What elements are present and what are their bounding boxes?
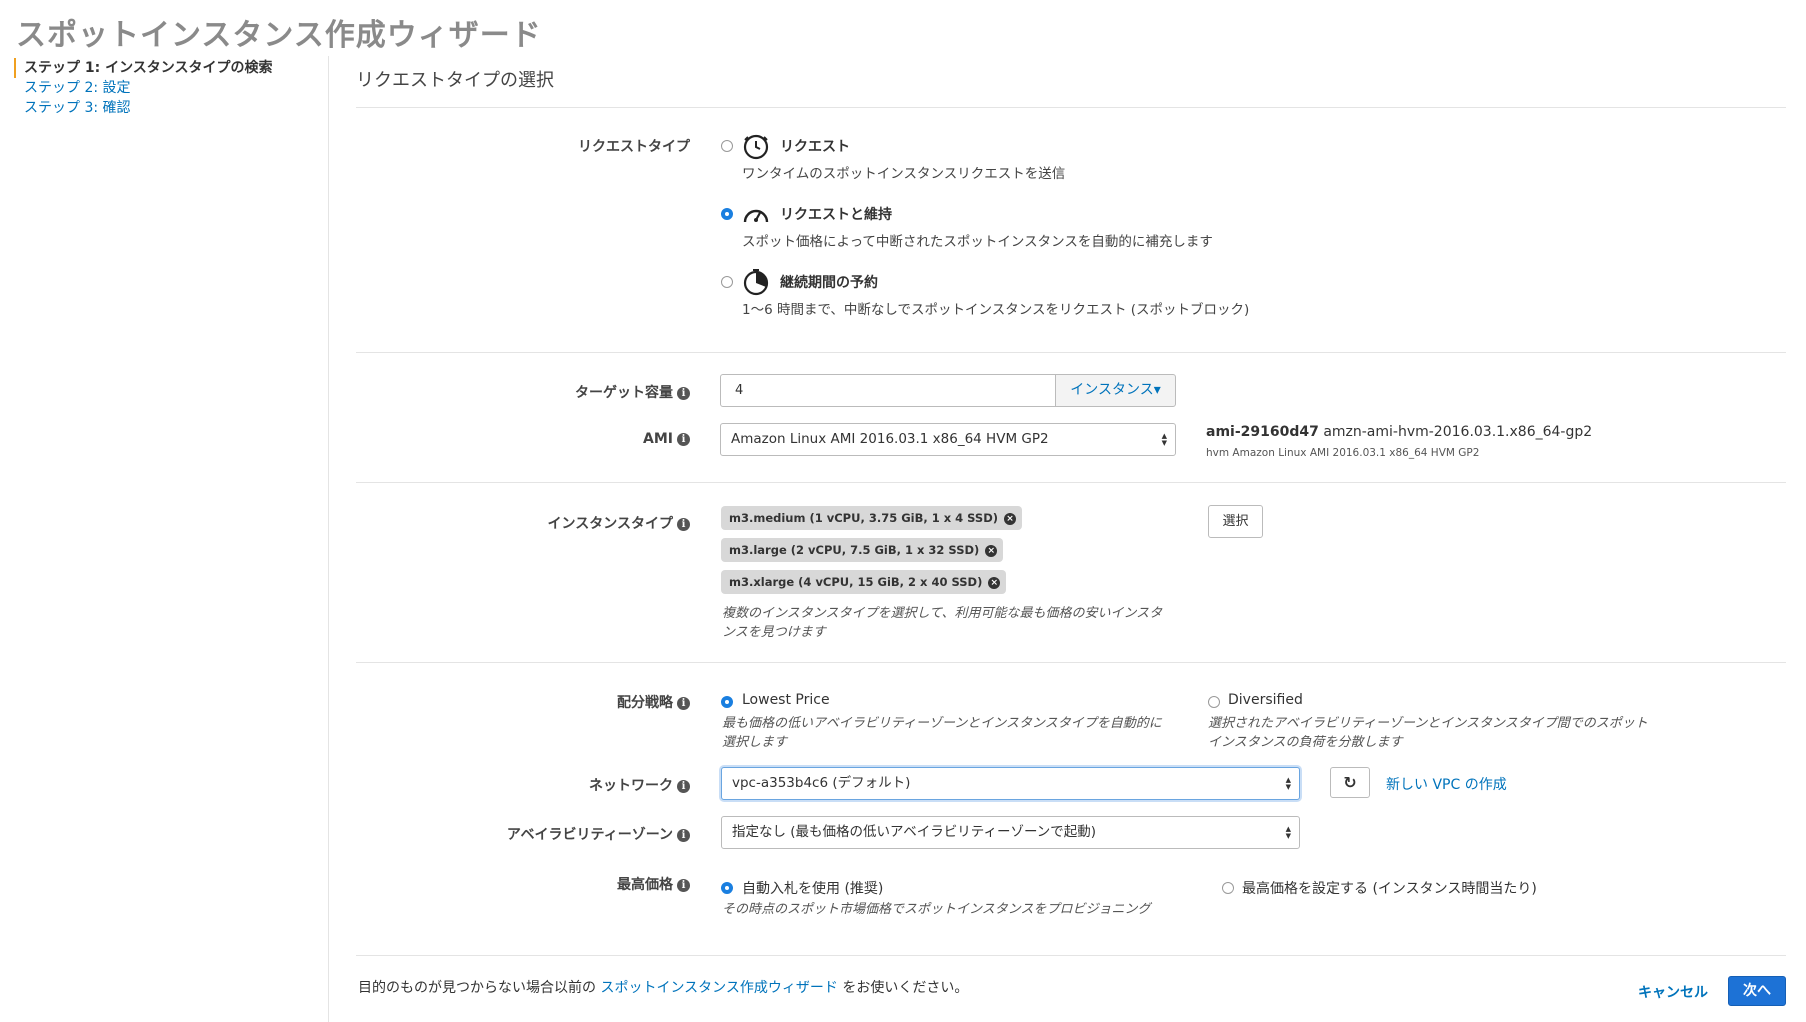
max-price-label: 最高価格 i: [540, 874, 690, 894]
request-type-desc-maintain: スポット価格によって中断されたスポットインスタンスを自動的に補充します: [742, 234, 1213, 250]
network-select[interactable]: vpc-a353b4c6 (デフォルト) ▲ ▼: [721, 767, 1300, 800]
footer-text-before: 目的のものが見つからない場合以前の: [358, 980, 601, 996]
network-label: ネットワーク i: [540, 775, 690, 795]
instance-type-chip: m3.large (2 vCPU, 7.5 GiB, 1 x 32 SSD) ×: [721, 538, 1004, 562]
max-price-auto-desc: その時点のスポット市場価格でスポットインスタンスをプロビジョニング: [722, 902, 1151, 917]
ami-id: ami-29160d47: [1206, 424, 1319, 440]
select-arrows-icon: ▲ ▼: [1285, 824, 1291, 840]
request-type-title-maintain: リクエストと維持: [780, 207, 892, 223]
hint-line: 選択されたアベイラビリティーゾーンとインスタンスタイプ間でのスポット: [1208, 716, 1648, 731]
legacy-wizard-link[interactable]: スポットインスタンス作成ウィザード: [600, 980, 837, 996]
request-type-desc-request: ワンタイムのスポットインスタンスリクエストを送信: [742, 166, 1066, 182]
info-icon[interactable]: i: [677, 432, 690, 446]
ami-label: AMI i: [540, 431, 690, 447]
divider: [356, 955, 1786, 956]
network-label-text: ネットワーク: [589, 778, 673, 794]
instance-type-hint: 複数のインスタンスタイプを選択して、利用可能な最も価格の安いインスタ ンスを見つ…: [722, 604, 1162, 642]
request-type-radio-duration[interactable]: [721, 276, 733, 288]
ami-info: ami-29160d47 amzn-ami-hvm-2016.03.1.x86_…: [1206, 424, 1592, 440]
hint-line: ンスを見つけます: [722, 625, 826, 640]
divider: [356, 352, 1786, 353]
ami-label-text: AMI: [643, 431, 673, 447]
chip-label: m3.xlarge (4 vCPU, 15 GiB, 2 x 40 SSD): [729, 575, 983, 589]
max-price-auto-label[interactable]: 自動入札を使用 (推奨): [742, 878, 883, 898]
request-type-radio-request[interactable]: [721, 140, 733, 152]
select-instance-types-button[interactable]: 選択: [1208, 505, 1263, 538]
hint-line: 最も価格の低いアベイラビリティーゾーンとインスタンスタイプを自動的に: [722, 716, 1162, 731]
availability-zone-select-value: 指定なし (最も価格の低いアベイラビリティーゾーンで起動): [732, 824, 1097, 840]
network-select-value: vpc-a353b4c6 (デフォルト): [732, 775, 911, 791]
remove-icon[interactable]: ×: [1004, 512, 1016, 525]
request-type-title-request: リクエスト: [780, 139, 850, 155]
clock-icon: [743, 134, 769, 160]
cancel-button[interactable]: キャンセル: [1638, 982, 1708, 1002]
section-title: リクエストタイプの選択: [356, 70, 554, 91]
remove-icon[interactable]: ×: [988, 576, 1001, 589]
availability-zone-label: アベイラビリティーゾーン i: [480, 824, 690, 844]
select-arrows-icon: ▲ ▼: [1285, 775, 1291, 791]
instance-type-label-text: インスタンスタイプ: [547, 516, 673, 532]
max-price-label-text: 最高価格: [617, 877, 673, 893]
refresh-button[interactable]: ↻: [1330, 767, 1370, 798]
select-arrows-icon: ▲ ▼: [1161, 431, 1167, 447]
allocation-diversified-label[interactable]: Diversified: [1228, 692, 1303, 708]
request-type-title-duration: 継続期間の予約: [780, 275, 878, 291]
request-type-radio-maintain[interactable]: [721, 208, 733, 220]
info-icon[interactable]: i: [677, 828, 690, 842]
availability-zone-select[interactable]: 指定なし (最も価格の低いアベイラビリティーゾーンで起動) ▲ ▼: [721, 816, 1300, 849]
hint-line: 複数のインスタンスタイプを選択して、利用可能な最も価格の安いインスタ: [722, 606, 1163, 621]
divider: [356, 662, 1786, 663]
allocation-strategy-label: 配分戦略 i: [540, 692, 690, 712]
target-capacity-label-text: ターゲット容量: [575, 385, 673, 401]
info-icon[interactable]: i: [677, 517, 690, 531]
chip-label: m3.large (2 vCPU, 7.5 GiB, 1 x 32 SSD): [729, 543, 980, 557]
info-icon[interactable]: i: [677, 386, 690, 400]
divider: [356, 107, 1786, 108]
max-price-custom-radio[interactable]: [1222, 882, 1234, 894]
hint-line: インスタンスの負荷を分散します: [1208, 735, 1403, 750]
refresh-icon: ↻: [1343, 773, 1357, 792]
allocation-strategy-label-text: 配分戦略: [617, 695, 673, 711]
next-button[interactable]: 次へ: [1728, 976, 1786, 1006]
max-price-custom-label[interactable]: 最高価格を設定する (インスタンス時間当たり): [1242, 878, 1537, 898]
sidebar-divider: [328, 56, 329, 1022]
timer-icon: [743, 269, 769, 296]
ami-name: amzn-ami-hvm-2016.03.1.x86_64-gp2: [1323, 424, 1593, 440]
ami-select-value: Amazon Linux AMI 2016.03.1 x86_64 HVM GP…: [731, 431, 1049, 447]
create-new-vpc-link[interactable]: 新しい VPC の作成: [1386, 774, 1507, 794]
availability-zone-label-text: アベイラビリティーゾーン: [506, 827, 673, 843]
allocation-diversified-radio[interactable]: [1208, 696, 1220, 708]
allocation-lowest-price-desc: 最も価格の低いアベイラビリティーゾーンとインスタンスタイプを自動的に 選択します: [722, 714, 1162, 752]
legacy-wizard-note: 目的のものが見つからない場合以前の スポットインスタンス作成ウィザード をお使い…: [358, 977, 968, 997]
info-icon[interactable]: i: [677, 779, 690, 793]
ami-description: hvm Amazon Linux AMI 2016.03.1 x86_64 HV…: [1206, 447, 1480, 459]
allocation-lowest-price-label[interactable]: Lowest Price: [742, 692, 830, 708]
allocation-diversified-desc: 選択されたアベイラビリティーゾーンとインスタンスタイプ間でのスポット インスタン…: [1208, 714, 1648, 752]
info-icon[interactable]: i: [677, 878, 690, 892]
info-icon[interactable]: i: [677, 696, 690, 710]
request-type-desc-duration: 1〜6 時間まで、中断なしでスポットインスタンスをリクエスト (スポットブロック…: [742, 302, 1250, 318]
hint-line: 選択します: [722, 735, 788, 750]
target-capacity-label: ターゲット容量 i: [540, 382, 690, 402]
page-title: スポットインスタンス作成ウィザード: [16, 18, 542, 53]
remove-icon[interactable]: ×: [985, 544, 998, 557]
divider: [356, 482, 1786, 483]
step-2[interactable]: ステップ 2: 設定: [14, 78, 273, 98]
max-price-auto-radio[interactable]: [721, 882, 733, 894]
footer-text-after: をお使いください。: [837, 980, 969, 996]
wizard-steps: ステップ 1: インスタンスタイプの検索 ステップ 2: 設定 ステップ 3: …: [14, 58, 273, 118]
instance-type-label: インスタンスタイプ i: [520, 513, 690, 533]
instance-type-chip: m3.medium (1 vCPU, 3.75 GiB, 1 x 4 SSD) ×: [721, 506, 1022, 530]
allocation-lowest-price-radio[interactable]: [721, 696, 733, 708]
step-1[interactable]: ステップ 1: インスタンスタイプの検索: [14, 58, 273, 78]
step-3[interactable]: ステップ 3: 確認: [14, 98, 273, 118]
ami-select[interactable]: Amazon Linux AMI 2016.03.1 x86_64 HVM GP…: [720, 423, 1176, 456]
target-capacity-input[interactable]: 4: [720, 374, 1056, 407]
capacity-unit-dropdown[interactable]: インスタンス▾: [1055, 374, 1176, 407]
speedometer-icon: [743, 209, 769, 223]
instance-type-chip: m3.xlarge (4 vCPU, 15 GiB, 2 x 40 SSD) ×: [721, 570, 1007, 594]
request-type-label: リクエストタイプ: [578, 139, 690, 155]
chip-label: m3.medium (1 vCPU, 3.75 GiB, 1 x 4 SSD): [729, 511, 998, 525]
